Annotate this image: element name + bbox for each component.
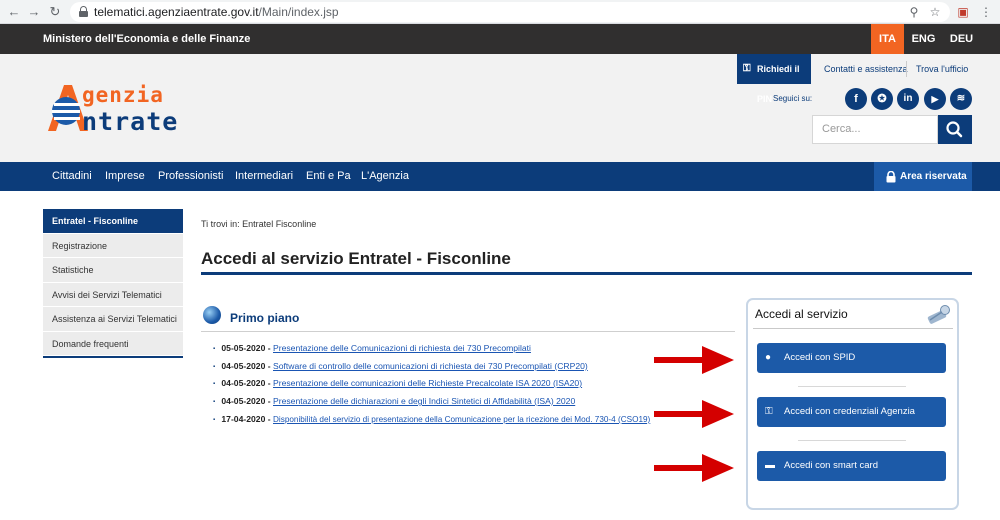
facebook-icon[interactable]: f (845, 88, 867, 110)
search-icon (946, 121, 963, 138)
lang-ita[interactable]: ITA (871, 24, 904, 54)
bookmark-star-icon[interactable]: ☆ (927, 4, 943, 20)
nav-cittadini[interactable]: Cittadini (52, 162, 92, 191)
twitter-icon[interactable]: ✪ (871, 88, 893, 110)
news-date: 04-05-2020 - (221, 361, 271, 371)
smartcard-login-label: Accedi con smart card (784, 460, 878, 471)
news-item: ▪ 05-05-2020 - Presentazione delle Comun… (213, 343, 683, 355)
search-button[interactable] (938, 115, 972, 144)
ministry-bar: Ministero dell'Economia e delle Finanze … (0, 24, 1000, 54)
spid-login-label: Accedi con SPID (784, 352, 856, 363)
nav-professionisti[interactable]: Professionisti (158, 162, 223, 191)
find-office-link[interactable]: Trova l'ufficio (916, 54, 968, 84)
red-arrow-icon (654, 346, 734, 374)
agenzia-entrate-logo[interactable]: genzia ntrate (40, 79, 200, 154)
sidebar-item-assistenza[interactable]: Assistenza ai Servizi Telematici (43, 307, 183, 332)
back-icon[interactable]: ← (6, 4, 22, 20)
sidebar-bottom-rule (43, 356, 183, 358)
rss-icon[interactable]: ≋ (950, 88, 972, 110)
user-icon: ● (765, 352, 772, 363)
bullet-icon: ▪ (213, 345, 216, 352)
sidebar-item-statistiche[interactable]: Statistiche (43, 258, 183, 283)
news-item: ▪ 17-04-2020 - Disponibilità del servizi… (213, 414, 673, 426)
smartcard-login-button[interactable]: ▬ Accedi con smart card (757, 451, 946, 481)
news-link[interactable]: Presentazione delle Comunicazioni di ric… (273, 343, 531, 353)
keys-icon (927, 305, 950, 324)
reload-icon[interactable]: ↻ (47, 4, 63, 20)
bullet-icon: ▪ (213, 398, 216, 405)
site-header: ⚿ Richiedi il PIN Contatti e assistenza … (0, 54, 1000, 162)
news-item: ▪ 04-05-2020 - Presentazione delle comun… (213, 378, 683, 390)
sidebar-item-registrazione[interactable]: Registrazione (43, 233, 183, 258)
title-rule (201, 272, 972, 275)
browser-toolbar: ← → ↻ telematici.agenziaentrate.gov.it/M… (0, 0, 1000, 24)
page-title: Accedi al servizio Entratel - Fisconline (201, 249, 511, 268)
forward-icon[interactable]: → (26, 4, 42, 20)
main-nav: Cittadini Imprese Professionisti Interme… (0, 162, 1000, 191)
access-separator (798, 440, 906, 441)
news-item: ▪ 04-05-2020 - Presentazione delle dichi… (213, 396, 683, 408)
globe-icon (203, 306, 221, 324)
lock-icon (79, 6, 88, 17)
lang-eng[interactable]: ENG (907, 24, 940, 54)
breadcrumb: Ti trovi in: Entratel Fisconline (201, 219, 317, 229)
primo-piano-heading: Primo piano (230, 311, 300, 325)
access-divider (753, 328, 953, 329)
linkedin-icon[interactable]: in (897, 88, 919, 110)
sidebar: Entratel - Fisconline Registrazione Stat… (43, 209, 183, 358)
ministry-title: Ministero dell'Economia e delle Finanze (43, 33, 251, 45)
credentials-login-button[interactable]: ⚿ Accedi con credenziali Agenzia (757, 397, 946, 427)
red-arrow-icon (654, 400, 734, 428)
lang-deu[interactable]: DEU (945, 24, 978, 54)
news-date: 04-05-2020 - (221, 396, 271, 406)
logo-text-agenzia: genzia (82, 83, 164, 107)
nav-intermediari[interactable]: Intermediari (235, 162, 293, 191)
url-text: telematici.agenziaentrate.gov.it/Main/in… (94, 5, 339, 19)
bullet-icon: ▪ (213, 380, 216, 387)
search-input[interactable]: Cerca... (812, 115, 938, 144)
sidebar-item-faq[interactable]: Domande frequenti (43, 331, 183, 356)
news-link[interactable]: Software di controllo delle comunicazion… (273, 361, 588, 371)
key-icon: ⚿ (765, 406, 773, 417)
padlock-icon (886, 171, 896, 183)
reserved-area-button[interactable]: Area riservata (874, 162, 972, 191)
request-pin-button[interactable]: ⚿ Richiedi il PIN (737, 54, 811, 104)
sidebar-item-entratel[interactable]: Entratel - Fisconline (43, 209, 183, 234)
access-panel: Accedi al servizio ● Accedi con SPID ⚿ A… (746, 298, 959, 510)
nav-enti-pa[interactable]: Enti e Pa (306, 162, 351, 191)
nav-agenzia[interactable]: L'Agenzia (361, 162, 409, 191)
logo-text-entrate: ntrate (82, 107, 179, 136)
red-arrow-icon (654, 454, 734, 482)
key-icon: ⚿ (743, 63, 751, 74)
spid-login-button[interactable]: ● Accedi con SPID (757, 343, 946, 373)
access-title: Accedi al servizio (755, 307, 848, 321)
smart-card-icon: ▬ (765, 460, 775, 471)
follow-label: Seguici su: (773, 94, 813, 103)
news-link[interactable]: Presentazione delle dichiarazioni e degl… (273, 396, 575, 406)
news-date: 17-04-2020 - (221, 414, 271, 424)
youtube-icon[interactable]: ▶ (924, 88, 946, 110)
news-item: ▪ 04-05-2020 - Software di controllo del… (213, 361, 683, 373)
news-link[interactable]: Presentazione delle comunicazioni delle … (273, 378, 582, 388)
bullet-icon: ▪ (213, 363, 216, 370)
divider (906, 61, 907, 77)
primo-piano-rule (201, 331, 735, 332)
extension-icon[interactable]: ▣ (955, 4, 971, 20)
access-separator (798, 386, 906, 387)
news-date: 05-05-2020 - (221, 343, 271, 353)
menu-icon[interactable]: ⋮ (978, 4, 994, 20)
credentials-login-label: Accedi con credenziali Agenzia (784, 406, 915, 417)
nav-imprese[interactable]: Imprese (105, 162, 145, 191)
news-date: 04-05-2020 - (221, 378, 271, 388)
contacts-link[interactable]: Contatti e assistenza (824, 54, 908, 84)
zoom-icon[interactable]: ⚲ (906, 4, 922, 20)
news-link[interactable]: Disponibilità del servizio di presentazi… (273, 415, 650, 424)
sidebar-item-avvisi[interactable]: Avvisi dei Servizi Telematici (43, 282, 183, 307)
address-bar[interactable]: telematici.agenziaentrate.gov.it/Main/in… (70, 2, 950, 22)
bullet-icon: ▪ (213, 416, 216, 423)
reserved-area-label: Area riservata (900, 171, 967, 182)
